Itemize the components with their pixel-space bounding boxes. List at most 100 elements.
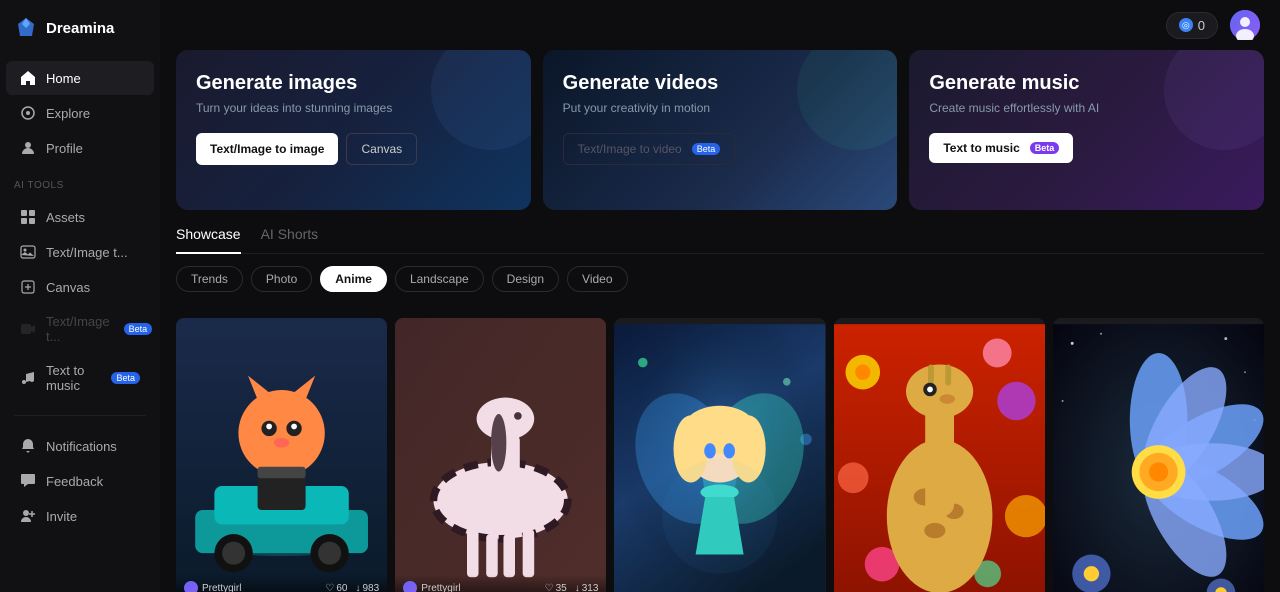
feedback-icon [20, 473, 36, 489]
music-icon [20, 370, 36, 386]
filter-landscape[interactable]: Landscape [395, 266, 484, 292]
giraffe-image [834, 318, 1045, 592]
downloads-stat: ↓ 313 [575, 583, 599, 592]
sidebar: Dreamina Home Explore Profile AI tools A… [0, 0, 160, 592]
sidebar-item-home-label: Home [46, 71, 81, 86]
main-content: ◎ 0 Generate images Turn your ideas into… [160, 0, 1280, 592]
grid-item-fairy[interactable] [614, 318, 825, 592]
image-grid: Prettygirl ♡ 60 ↓ 983 [160, 318, 1280, 592]
sidebar-item-text-image-video[interactable]: Text/Image t... Beta [6, 305, 154, 353]
sidebar-item-notifications[interactable]: Notifications [6, 429, 154, 463]
generate-images-card[interactable]: Generate images Turn your ideas into stu… [176, 50, 531, 210]
item-footer-zebra: Prettygirl ♡ 35 ↓ 313 [395, 575, 606, 592]
sidebar-item-music-label: Text to music [46, 363, 97, 393]
music-beta-badge: Beta [111, 372, 140, 384]
music-button-beta-badge: Beta [1030, 142, 1060, 154]
sidebar-item-assets[interactable]: Assets [6, 200, 154, 234]
text-to-music-button[interactable]: Text to music Beta [929, 133, 1073, 163]
author-name: Prettygirl [202, 583, 241, 592]
sidebar-item-explore[interactable]: Explore [6, 96, 154, 130]
sidebar-item-text-music[interactable]: Text to music Beta [6, 354, 154, 402]
filter-anime[interactable]: Anime [320, 266, 387, 292]
grid-item-cat-car[interactable]: Prettygirl ♡ 60 ↓ 983 [176, 318, 387, 592]
hero-section: Generate images Turn your ideas into stu… [160, 50, 1280, 226]
tab-showcase[interactable]: Showcase [176, 226, 241, 254]
filter-video[interactable]: Video [567, 266, 627, 292]
fairy-image [614, 318, 825, 592]
user-avatar[interactable] [1230, 10, 1260, 40]
sidebar-item-home[interactable]: Home [6, 61, 154, 95]
main-nav: Home Explore Profile [0, 56, 160, 170]
zebra-image [395, 318, 606, 592]
grid-item-zebra[interactable]: Prettygirl ♡ 35 ↓ 313 [395, 318, 606, 592]
item-author: Prettygirl [403, 581, 460, 592]
sidebar-item-assets-label: Assets [46, 210, 85, 225]
sidebar-item-text-image-label: Text/Image t... [46, 245, 128, 260]
generate-music-card[interactable]: Generate music Create music effortlessly… [909, 50, 1264, 210]
item-stats: ♡ 35 ↓ 313 [545, 583, 599, 592]
filter-pills: Trends Photo Anime Landscape Design Vide… [176, 266, 1264, 292]
likes-stat: ♡ 35 [545, 583, 567, 592]
flower-image [1053, 318, 1264, 592]
filter-photo[interactable]: Photo [251, 266, 312, 292]
profile-icon [20, 140, 36, 156]
avatar-img [1230, 10, 1260, 40]
explore-icon [20, 105, 36, 121]
sidebar-notifications-label: Notifications [46, 439, 117, 454]
bottom-nav: Notifications Feedback Invite [0, 424, 160, 538]
sidebar-feedback-label: Feedback [46, 474, 103, 489]
downloads-stat: ↓ 983 [356, 583, 380, 592]
sidebar-item-profile-label: Profile [46, 141, 83, 156]
home-icon [20, 70, 36, 86]
ai-tools-nav: Assets Text/Image t... Canvas Text/Image… [0, 195, 160, 407]
item-footer-cat-car: Prettygirl ♡ 60 ↓ 983 [176, 575, 387, 592]
invite-icon [20, 508, 36, 524]
text-image-to-video-button[interactable]: Text/Image to video Beta [563, 133, 736, 165]
canvas-icon [20, 279, 36, 295]
assets-icon [20, 209, 36, 225]
text-image-to-image-button[interactable]: Text/Image to image [196, 133, 338, 165]
grid-item-flower[interactable]: Dreajin ♡ 21 ↓ 99 [1053, 318, 1264, 592]
item-stats: ♡ 60 ↓ 983 [325, 583, 379, 592]
filter-trends[interactable]: Trends [176, 266, 243, 292]
coin-balance[interactable]: ◎ 0 [1166, 12, 1218, 39]
like-count: 35 [556, 583, 567, 592]
coin-count: 0 [1198, 18, 1205, 33]
app-name: Dreamina [46, 20, 114, 37]
sidebar-item-canvas[interactable]: Canvas [6, 270, 154, 304]
text-image-to-video-label: Text/Image to video [578, 142, 682, 156]
sidebar-item-feedback[interactable]: Feedback [6, 464, 154, 498]
sidebar-item-video-label: Text/Image t... [46, 314, 110, 344]
sidebar-item-text-image[interactable]: Text/Image t... [6, 235, 154, 269]
showcase-section: Showcase AI Shorts Trends Photo Anime La… [160, 226, 1280, 318]
coin-icon: ◎ [1179, 18, 1193, 32]
author-name: Prettygirl [421, 583, 460, 592]
text-to-music-label: Text to music [943, 141, 1019, 155]
logo[interactable]: Dreamina [0, 0, 160, 56]
topbar: ◎ 0 [160, 0, 1280, 50]
tab-ai-shorts[interactable]: AI Shorts [261, 226, 319, 254]
item-author: Prettygirl [184, 581, 241, 592]
grid-item-giraffe[interactable]: jan ♡ 84 ↓ 655 [834, 318, 1045, 592]
showcase-tabs: Showcase AI Shorts [176, 226, 1264, 254]
bell-icon [20, 438, 36, 454]
sidebar-invite-label: Invite [46, 509, 77, 524]
generate-videos-card[interactable]: Generate videos Put your creativity in m… [543, 50, 898, 210]
sidebar-item-canvas-label: Canvas [46, 280, 90, 295]
likes-stat: ♡ 60 [325, 583, 347, 592]
video-icon [20, 321, 36, 337]
download-count: 983 [363, 583, 380, 592]
image-icon [20, 244, 36, 260]
download-count: 313 [582, 583, 599, 592]
ai-tools-section-label: AI tools [0, 170, 160, 195]
sidebar-divider [14, 415, 146, 416]
cat-car-image [176, 318, 387, 592]
dreamina-logo-icon [14, 16, 38, 40]
like-count: 60 [336, 583, 347, 592]
canvas-button[interactable]: Canvas [346, 133, 417, 165]
sidebar-item-profile[interactable]: Profile [6, 131, 154, 165]
filter-design[interactable]: Design [492, 266, 559, 292]
sidebar-item-invite[interactable]: Invite [6, 499, 154, 533]
author-avatar [403, 581, 417, 592]
video-beta-badge: Beta [124, 323, 153, 335]
